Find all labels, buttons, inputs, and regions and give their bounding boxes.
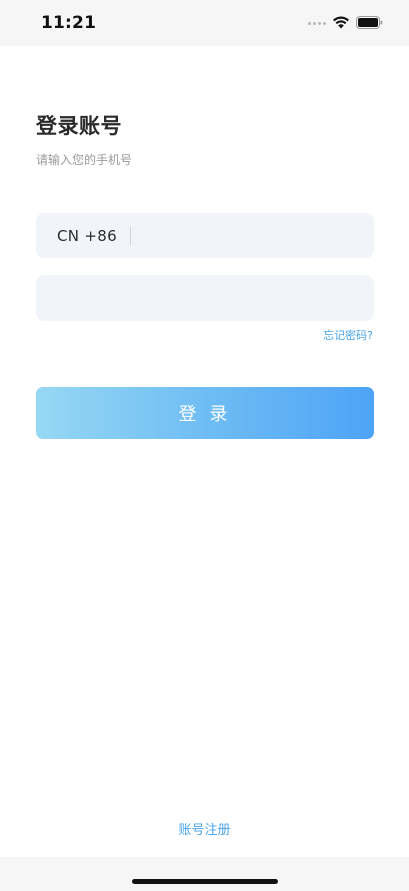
login-button[interactable]: 登 录	[36, 387, 374, 439]
password-input[interactable]	[36, 275, 374, 321]
phone-input[interactable]	[130, 213, 374, 258]
phone-field[interactable]: CN +86	[36, 213, 374, 258]
forgot-password-link[interactable]: 忘记密码?	[323, 327, 373, 343]
country-code-selector[interactable]: CN +86	[57, 227, 117, 245]
bottom-bar	[0, 857, 409, 891]
status-bar: 11:21	[0, 0, 409, 46]
cellular-signal-icon	[308, 22, 326, 25]
register-link[interactable]: 账号注册	[0, 819, 409, 838]
wifi-icon	[333, 16, 349, 29]
login-screen: 11:21 登录账号 请输入您的手机号 CN +86 忘记密码? 登 录 账号注…	[0, 0, 409, 891]
page-subtitle: 请输入您的手机号	[36, 153, 133, 167]
home-indicator[interactable]	[132, 879, 278, 884]
page-title: 登录账号	[36, 114, 122, 138]
status-time: 11:21	[41, 13, 97, 33]
password-field[interactable]	[36, 275, 374, 321]
battery-icon	[356, 16, 383, 29]
